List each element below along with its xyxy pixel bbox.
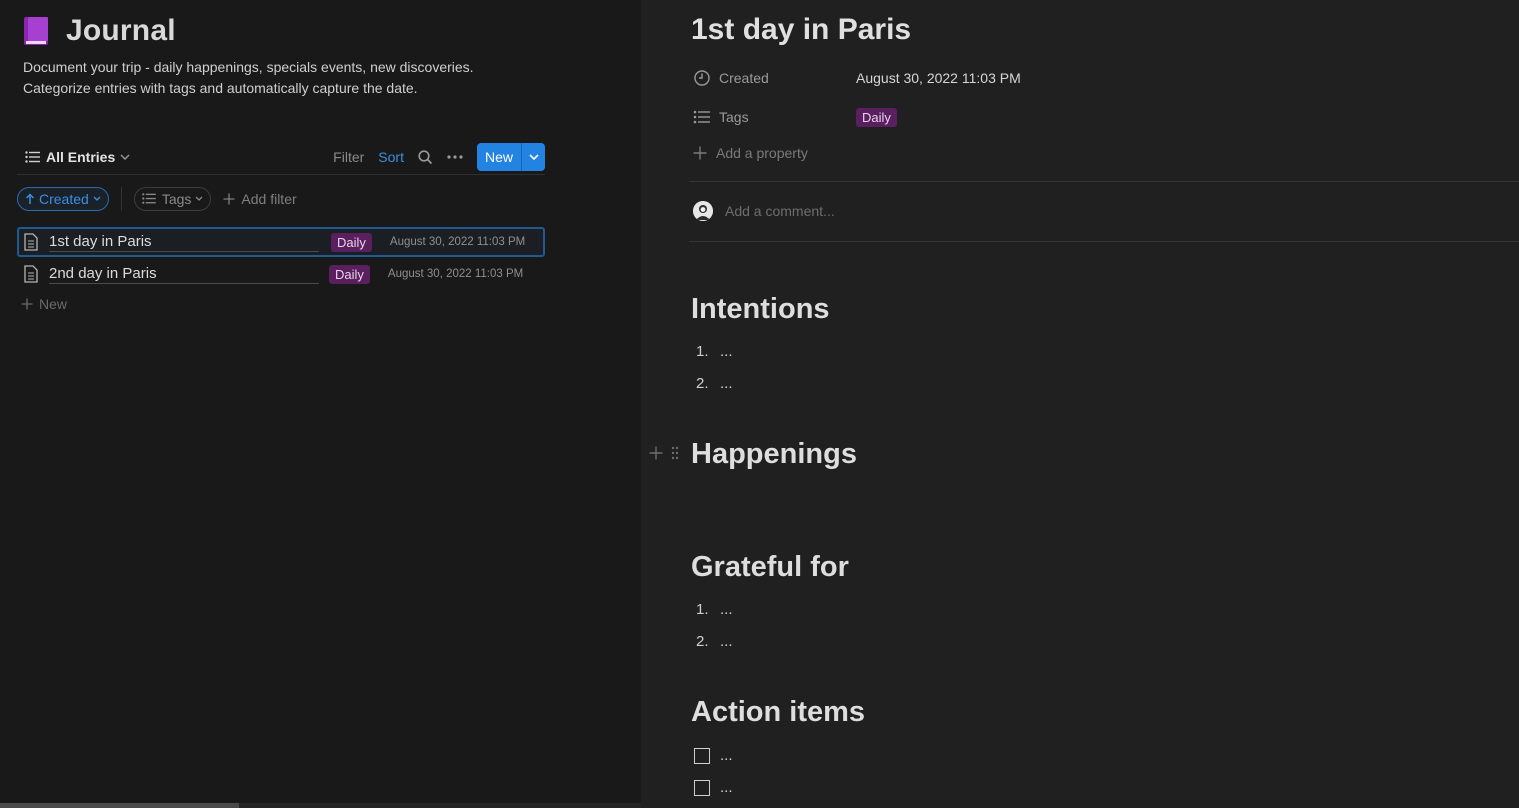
todo-item: ... xyxy=(694,779,733,796)
block-controls xyxy=(649,446,679,460)
list-item[interactable]: 1.... xyxy=(696,601,733,618)
entry-row[interactable]: 1st day in Paris Daily August 30, 2022 1… xyxy=(17,227,545,257)
horizontal-scrollbar[interactable] xyxy=(0,803,641,808)
divider xyxy=(689,241,1519,242)
new-template-dropdown[interactable] xyxy=(522,143,545,171)
add-filter-button[interactable]: Add filter xyxy=(223,191,297,207)
document-icon xyxy=(23,233,41,251)
heading-happenings[interactable]: Happenings xyxy=(691,438,857,471)
sort-created-chip[interactable]: Created xyxy=(17,186,109,211)
filter-row: Created Tags Add filter xyxy=(17,186,297,211)
entry-row[interactable]: 2nd day in Paris Daily August 30, 2022 1… xyxy=(17,259,545,289)
comment-input[interactable]: Add a comment... xyxy=(725,203,835,219)
heading-intentions[interactable]: Intentions xyxy=(691,293,830,326)
drag-handle-icon[interactable] xyxy=(671,446,679,460)
view-selector[interactable]: All Entries xyxy=(25,149,136,165)
comment-row: Add a comment... xyxy=(693,201,835,221)
todo-checkbox[interactable] xyxy=(694,779,710,796)
plus-icon[interactable] xyxy=(649,446,663,460)
scrollbar-thumb[interactable] xyxy=(0,803,239,808)
document-icon xyxy=(23,265,41,283)
divider xyxy=(689,181,1519,182)
toolbar-actions: Filter Sort New xyxy=(333,143,545,171)
plus-icon xyxy=(21,298,33,310)
clock-icon xyxy=(694,70,710,86)
database-title: Journal xyxy=(66,14,176,47)
list-icon xyxy=(142,193,156,204)
tags-property: Tags Daily xyxy=(693,105,897,129)
entry-date: August 30, 2022 11:03 PM xyxy=(387,268,524,280)
new-entry-button[interactable]: New xyxy=(477,143,522,171)
property-value: August 30, 2022 11:03 PM xyxy=(856,70,1021,86)
page-title[interactable]: 1st day in Paris xyxy=(691,13,911,47)
list-item[interactable]: 2.... xyxy=(696,633,733,650)
chevron-down-icon xyxy=(93,196,101,201)
view-toolbar: All Entries Filter Sort New xyxy=(17,140,545,175)
plus-icon xyxy=(223,193,235,204)
sort-button[interactable]: Sort xyxy=(378,149,404,165)
arrow-up-icon xyxy=(25,192,35,204)
add-new-entry-row[interactable]: New xyxy=(21,296,67,312)
chevron-down-icon xyxy=(528,154,539,160)
entry-name[interactable]: 1st day in Paris xyxy=(49,233,319,252)
heading-grateful-for[interactable]: Grateful for xyxy=(691,551,849,584)
new-entry-button-group: New xyxy=(476,143,545,171)
view-name: All Entries xyxy=(46,149,116,165)
list-item[interactable]: 1.... xyxy=(696,343,733,360)
plus-icon xyxy=(693,146,707,160)
page-panel: 1st day in Paris Created August 30, 2022… xyxy=(641,0,1519,808)
chevron-down-icon xyxy=(195,196,203,201)
chevron-down-icon xyxy=(120,154,130,160)
tag-badge: Daily xyxy=(329,264,370,284)
todo-checkbox[interactable] xyxy=(694,747,710,764)
database-description: Document your trip - daily happenings, s… xyxy=(23,59,474,96)
entry-name[interactable]: 2nd day in Paris xyxy=(49,265,319,284)
avatar xyxy=(693,201,713,221)
created-property: Created August 30, 2022 11:03 PM xyxy=(693,66,1021,90)
tag-badge: Daily xyxy=(331,232,372,252)
search-icon[interactable] xyxy=(418,149,433,165)
tags-filter-chip[interactable]: Tags xyxy=(133,186,212,211)
entry-date: August 30, 2022 11:03 PM xyxy=(389,236,526,248)
purple-book-icon xyxy=(22,15,52,47)
list-icon xyxy=(693,110,710,124)
add-property-button[interactable]: Add a property xyxy=(693,145,808,161)
divider xyxy=(120,186,122,211)
heading-action-items[interactable]: Action items xyxy=(691,696,865,729)
list-icon xyxy=(25,151,40,163)
database-header: Journal xyxy=(22,14,176,48)
database-panel: Journal Document your trip - daily happe… xyxy=(0,0,641,808)
filter-button[interactable]: Filter xyxy=(333,149,364,165)
more-options-icon[interactable] xyxy=(447,155,463,159)
tag-badge[interactable]: Daily xyxy=(856,107,897,127)
property-label[interactable]: Created xyxy=(719,70,856,86)
property-label[interactable]: Tags xyxy=(719,109,856,125)
todo-item: ... xyxy=(694,747,733,764)
list-item[interactable]: 2.... xyxy=(696,375,733,392)
